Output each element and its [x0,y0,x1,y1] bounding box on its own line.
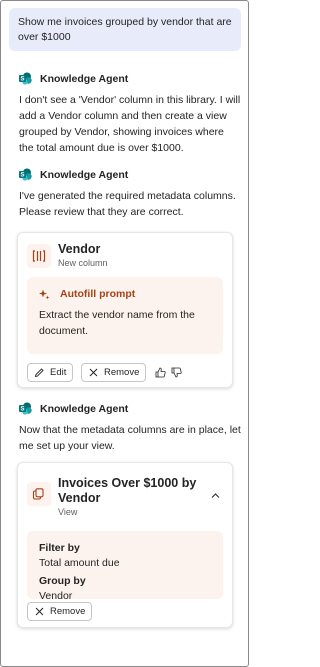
remove-view-button[interactable]: Remove [27,602,93,621]
agent-name: Knowledge Agent [40,402,129,415]
sparkle-icon [39,289,50,300]
sharepoint-icon: S [19,168,32,181]
agent-header: S Knowledge Agent [19,402,128,415]
column-subtitle: New column [58,258,108,268]
column-title: Vendor [58,242,101,256]
remove-view-label: Remove [50,606,86,617]
thumbs-down-icon[interactable] [171,367,183,379]
svg-text:S: S [20,173,24,179]
view-subtitle: View [58,507,78,517]
user-message-text: Show me invoices grouped by vendor that … [18,16,232,43]
agent-message: Now that the metadata columns are in pla… [19,424,241,452]
agent-name: Knowledge Agent [40,168,129,181]
thumbs-up-icon[interactable] [155,367,167,379]
remove-label: Remove [104,367,140,378]
column-card-header: Vendor New column [27,242,108,269]
column-icon [27,243,51,268]
remove-button[interactable]: Remove [81,363,147,382]
autofill-text: Extract the vendor name from the documen… [39,309,195,337]
group-label: Group by [39,575,86,587]
agent-message: I don't see a 'Vendor' column in this li… [19,94,241,154]
agent-header: S Knowledge Agent [19,168,128,181]
close-icon [35,607,44,616]
view-icon [27,482,51,506]
filter-label: Filter by [39,542,80,554]
view-details-panel: Filter by Total amount due Group by Vend… [27,531,223,602]
filter-value: Total amount due [39,557,120,569]
agent-name: Knowledge Agent [40,72,129,85]
sharepoint-icon: S [19,72,32,85]
view-title: Invoices Over $1000 by Vendor [58,476,197,505]
pencil-icon [34,368,44,378]
edit-label: Edit [50,367,67,378]
edit-button[interactable]: Edit [27,363,74,382]
autofill-title: Autofill prompt [60,288,136,300]
user-message: Show me invoices grouped by vendor that … [9,8,241,51]
agent-message: I've generated the required metadata col… [19,190,236,218]
svg-text:S: S [20,407,24,413]
view-card: Invoices Over $1000 by Vendor View Filte… [17,462,233,628]
view-card-header: Invoices Over $1000 by Vendor View [27,476,198,518]
column-card: Vendor New column Autofill prompt Extrac… [17,232,233,388]
sharepoint-icon: S [19,402,32,415]
autofill-panel: Autofill prompt Extract the vendor name … [27,277,223,354]
chevron-up-icon[interactable] [210,490,222,502]
agent-header: S Knowledge Agent [19,72,128,85]
autofill-header: Autofill prompt [39,288,211,300]
close-icon [89,368,98,377]
svg-text:S: S [20,77,24,83]
